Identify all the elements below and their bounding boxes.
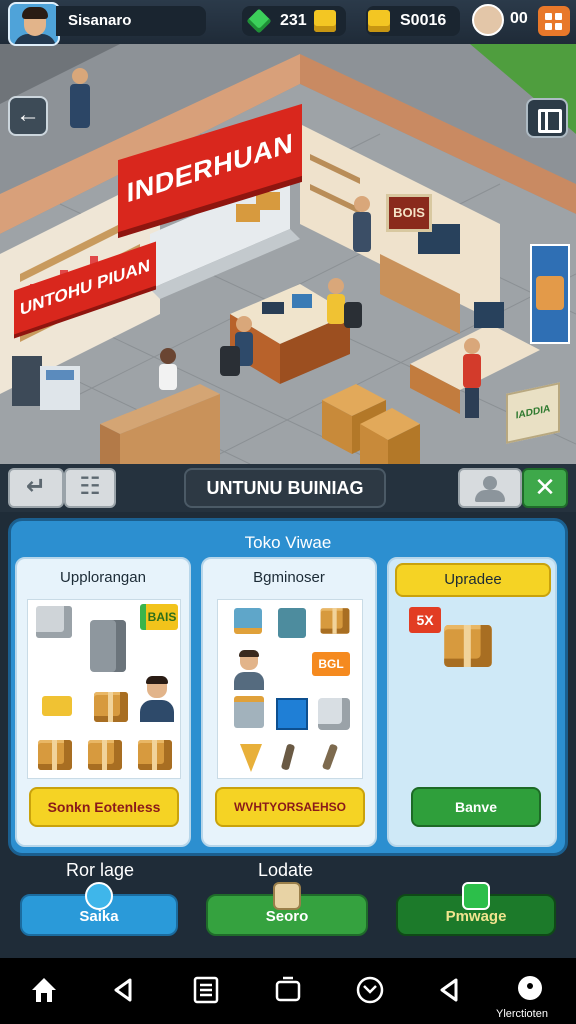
crate-icon [273, 882, 301, 910]
gold-counter[interactable]: S0016 [366, 6, 460, 36]
profile-button[interactable] [458, 468, 522, 508]
box-icon [138, 740, 172, 770]
card-title: Upplorangan [60, 569, 146, 586]
system-nav-bar: Ylerctioten [0, 958, 576, 1024]
crate-icon [314, 10, 336, 32]
game-scene[interactable]: ← INDERHUAN UNTOHU PIUAN BOIS IADDIA [0, 44, 576, 464]
cart-icon [42, 696, 72, 716]
crate-icon [444, 625, 492, 667]
worker-icon [140, 676, 174, 722]
map-toggle-button[interactable] [526, 98, 568, 138]
arrow-left-icon: ← [16, 101, 40, 128]
user-icon [483, 476, 497, 490]
upgrade-card-1[interactable]: Upplorangan BAIS Sonkn Eotenless [15, 557, 191, 847]
grid-icon: ☷ [79, 473, 101, 500]
printer-icon [318, 698, 350, 730]
panel-header: ↵ ☷ UNTUNU BUINIAG ✕ [0, 464, 576, 512]
gem-icon [246, 8, 272, 34]
cabinet-icon [278, 608, 306, 638]
bottom-button-label: Saika [79, 908, 119, 925]
bottom-button-1[interactable]: Saika [20, 882, 178, 936]
item-tag: BGL [312, 652, 350, 676]
panel-body: Toko Viwae Upplorangan BAIS Sonkn Eotenl… [0, 512, 576, 958]
settings-icon [85, 882, 113, 910]
friends-counter[interactable]: 00 [472, 4, 538, 38]
sub-label-left: Ror lage [66, 860, 135, 880]
wall-poster [530, 244, 570, 344]
gem-counter[interactable]: 231 [242, 6, 346, 36]
player-avatar[interactable] [8, 2, 60, 46]
item-tag: BAIS [140, 604, 178, 630]
close-button[interactable]: ✕ [522, 468, 568, 508]
card-items-grid: BAIS [27, 599, 181, 779]
friend-avatar-icon [472, 4, 504, 36]
bottom-button-3[interactable]: Pmwage [396, 882, 556, 936]
back-triangle-icon[interactable] [434, 974, 466, 1006]
menu-button[interactable] [538, 6, 570, 36]
avatar-hair [22, 7, 48, 19]
back-icon[interactable] [108, 974, 140, 1006]
scene-back-button[interactable]: ← [8, 96, 48, 136]
card-title: Bgminoser [253, 569, 325, 586]
upgrade-card-2[interactable]: Bgminoser BGL WVHTYORSAEHSO [201, 557, 377, 847]
cart-icon [234, 696, 264, 728]
panel-title: UNTUNU BUINIAG [184, 468, 386, 508]
stone-block-icon [36, 606, 72, 638]
home-icon[interactable] [28, 974, 60, 1006]
shop-frame: Toko Viwae Upplorangan BAIS Sonkn Eotenl… [8, 518, 568, 856]
panel-grid-button[interactable]: ☷ [64, 468, 116, 508]
card-3-action-button[interactable]: Banve [411, 787, 541, 827]
store-sign-board: BOIS [386, 194, 432, 232]
panel-back-button[interactable]: ↵ [8, 468, 64, 508]
player-name: Sisanaro [56, 6, 206, 36]
cone-icon [240, 744, 262, 772]
trolley-icon [234, 608, 262, 634]
gem-count: 231 [280, 12, 307, 29]
worker-icon [234, 650, 264, 690]
tool-icon [321, 743, 339, 771]
menu-grid-icon [545, 13, 552, 20]
gold-count: S0016 [400, 12, 447, 29]
crate-icon [320, 608, 350, 634]
upgrade-card-3[interactable]: Upradee 5X Banve [387, 557, 557, 847]
bottom-button-label: Seoro [265, 908, 309, 925]
assistant-icon[interactable] [514, 974, 546, 1006]
bottom-button-2[interactable]: Seoro [206, 882, 368, 936]
card-title: Upradee [395, 563, 551, 597]
gold-stack-icon [368, 10, 390, 32]
crate-icon [94, 692, 128, 722]
bottom-button-label: Pmwage [445, 908, 507, 925]
sub-label-mid: Lodate [258, 860, 314, 880]
top-hud: Sisanaro 231 S0016 00 [0, 0, 576, 46]
upgrade-icon [462, 882, 490, 910]
close-icon: ✕ [534, 472, 556, 502]
box-icon [88, 740, 122, 770]
return-arrow-icon: ↵ [25, 473, 47, 500]
friends-count: 00 [510, 10, 528, 27]
card-2-action-button[interactable]: WVHTYORSAEHSO [215, 787, 365, 827]
compass-icon[interactable] [354, 974, 386, 1006]
solar-panel-icon [276, 698, 308, 730]
nav-label: Ylerctioten [496, 1008, 548, 1020]
window-icon[interactable] [272, 974, 304, 1006]
card-items-grid: BGL [217, 599, 363, 779]
card-1-action-button[interactable]: Sonkn Eotenless [29, 787, 179, 827]
box-icon [38, 740, 72, 770]
tool-icon [280, 743, 296, 771]
machine-icon [90, 620, 126, 672]
list-icon[interactable] [190, 974, 222, 1006]
shop-name: Toko Viwae [244, 533, 332, 552]
multiplier-tag: 5X [409, 607, 441, 633]
